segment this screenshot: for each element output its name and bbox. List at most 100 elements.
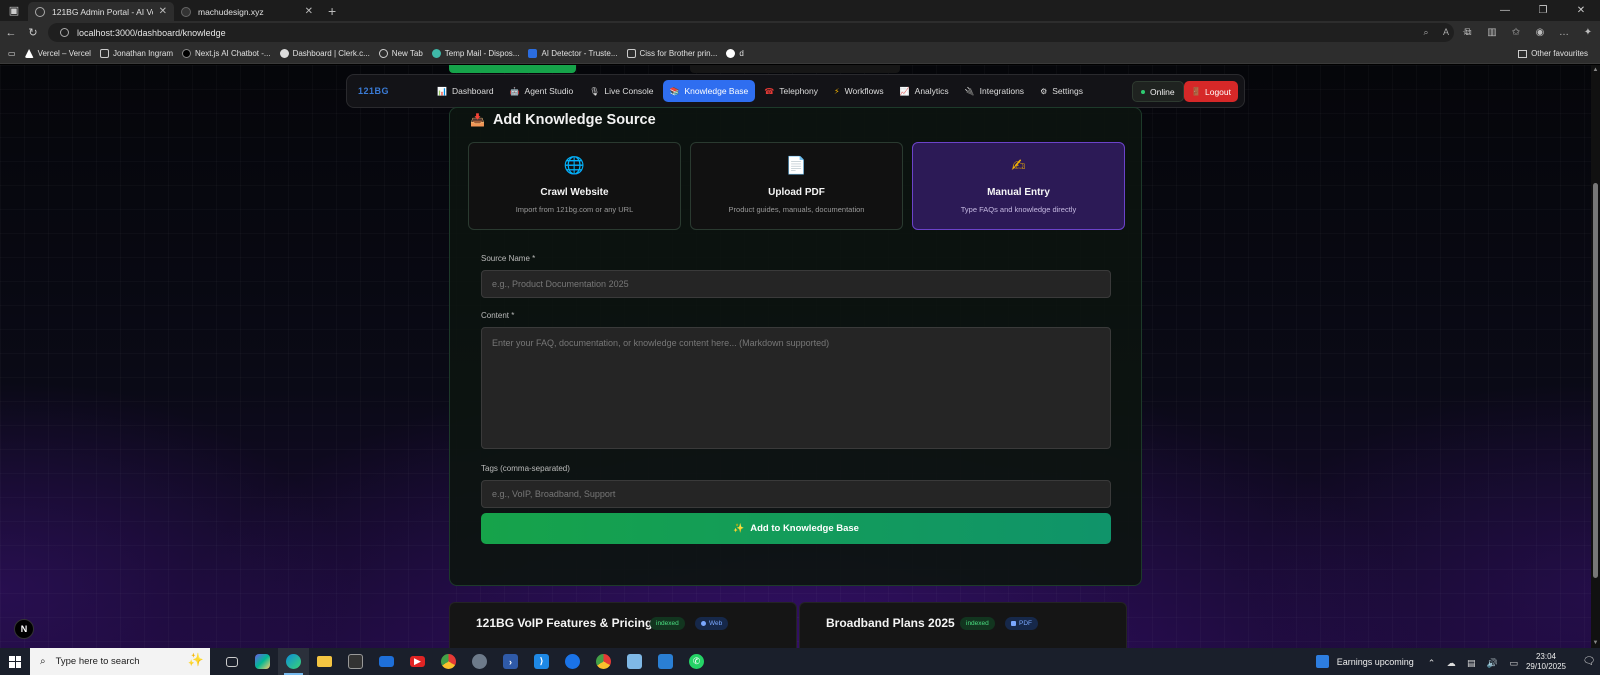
nav-workflows[interactable]: ⚡ Workflows xyxy=(827,80,891,102)
game-app-icon[interactable] xyxy=(464,648,495,675)
source-name-input[interactable]: e.g., Product Documentation 2025 xyxy=(481,270,1111,298)
close-window-icon[interactable]: ✕ xyxy=(1562,0,1600,21)
vscode-app-icon[interactable]: ⟩ xyxy=(526,648,557,675)
system-clock[interactable]: 23:04 29/10/2025 xyxy=(1526,652,1566,672)
chrome-app-icon[interactable] xyxy=(433,648,464,675)
profile-icon[interactable]: ◉ xyxy=(1528,27,1552,38)
start-button[interactable] xyxy=(0,648,30,675)
type-badge: PDF xyxy=(1005,617,1038,630)
tab-favicon-icon xyxy=(35,6,45,17)
volume-icon[interactable]: 🔊 xyxy=(1487,658,1498,668)
bookmark-jonathan[interactable]: Jonathan Ingram xyxy=(99,49,173,58)
extensions-icon[interactable]: ⧉ xyxy=(1456,27,1480,38)
favorites-icon[interactable]: ✩ xyxy=(1504,27,1528,38)
content-textarea[interactable]: Enter your FAQ, documentation, or knowle… xyxy=(481,327,1111,449)
knowledge-card[interactable]: 121BG VoIP Features & Pricing indexed We… xyxy=(449,602,797,648)
nextjs-dev-indicator-icon[interactable]: N xyxy=(14,619,34,639)
tab-close-icon[interactable]: ✕ xyxy=(305,6,313,17)
tab-close-icon[interactable]: ✕ xyxy=(159,6,167,17)
task-view-icon[interactable] xyxy=(216,648,247,675)
add-to-knowledge-base-button[interactable]: ✨ Add to Knowledge Base xyxy=(481,513,1111,544)
bookmark-d[interactable]: d xyxy=(726,49,744,58)
network-icon[interactable]: ▤ xyxy=(1467,658,1476,668)
bookmark-newtab[interactable]: New Tab xyxy=(378,49,423,58)
minimize-icon[interactable]: — xyxy=(1486,0,1524,21)
edge-app-icon[interactable] xyxy=(278,648,309,675)
bookmark-vercel[interactable]: Vercel – Vercel xyxy=(24,49,91,58)
bookmark-clerk[interactable]: Dashboard | Clerk.c... xyxy=(279,49,370,58)
tags-input[interactable]: e.g., VoIP, Broadband, Support xyxy=(481,480,1111,508)
split-icon[interactable]: ▥ xyxy=(1480,27,1504,38)
logout-button[interactable]: 🚪 Logout xyxy=(1184,81,1238,102)
bookmark-ai-detector[interactable]: AI Detector - Truste... xyxy=(528,49,618,58)
news-widget[interactable]: Earnings upcoming xyxy=(1315,655,1414,668)
nav-analytics[interactable]: 📈 Analytics xyxy=(893,80,956,102)
tray-icons: ⌃ ☁ ▤ 🔊 ▭ xyxy=(1428,655,1526,669)
knowledge-card[interactable]: Broadband Plans 2025 indexed PDF xyxy=(799,602,1127,648)
nav-dashboard[interactable]: 📊 Dashboard xyxy=(430,80,501,102)
source-card-upload-pdf[interactable]: 📄 Upload PDF Product guides, manuals, do… xyxy=(690,142,903,230)
whatsapp-app-icon[interactable]: ✆ xyxy=(681,648,712,675)
source-card-manual-entry[interactable]: ✍ Manual Entry Type FAQs and knowledge d… xyxy=(912,142,1125,230)
read-aloud-icon[interactable]: A xyxy=(1436,23,1456,42)
status-badge: indexed xyxy=(960,617,995,630)
system-tray: Earnings upcoming ⌃ ☁ ▤ 🔊 ▭ 23:04 29/10/… xyxy=(1315,648,1600,675)
site-info-icon[interactable] xyxy=(60,28,69,37)
search-icon[interactable]: ⌕ xyxy=(1416,23,1436,42)
restore-icon[interactable]: ❐ xyxy=(1524,0,1562,21)
scroll-up-icon[interactable]: ▲ xyxy=(1591,67,1600,73)
powershell-app-icon[interactable]: › xyxy=(495,648,526,675)
nav-label: Agent Studio xyxy=(524,86,574,96)
nav-live-console[interactable]: 🎙 Live Console xyxy=(582,80,660,102)
more-icon[interactable]: … xyxy=(1552,27,1576,38)
new-tab-icon[interactable]: + xyxy=(328,3,336,19)
mail-app-icon[interactable] xyxy=(371,648,402,675)
bookmark-ciss[interactable]: Ciss for Brother prin... xyxy=(626,49,717,58)
windows-taskbar: ⌕ Type here to search ✨ ▶ › ⟩ ✆ Earnings… xyxy=(0,648,1600,675)
other-favourites[interactable]: Other favourites xyxy=(1518,49,1588,58)
panel-title-text: Add Knowledge Source xyxy=(492,112,656,128)
web-dot-icon xyxy=(701,621,706,626)
source-card-title: Manual Entry xyxy=(987,187,1050,198)
taskbar-search-input[interactable]: ⌕ Type here to search ✨ xyxy=(30,648,210,675)
battery-icon[interactable]: ▭ xyxy=(1509,658,1518,668)
nav-agent-studio[interactable]: 🤖 Agent Studio xyxy=(503,80,581,102)
nav-knowledge-base[interactable]: 📚 Knowledge Base xyxy=(662,80,756,102)
folder-icon xyxy=(1518,49,1528,58)
google-icon xyxy=(726,49,736,58)
scrollbar-thumb[interactable] xyxy=(1593,183,1598,578)
search-placeholder: Type here to search xyxy=(55,656,140,667)
copilot-icon[interactable]: ✦ xyxy=(1576,27,1600,38)
browser-tab[interactable]: machudesign.xyz ✕ xyxy=(174,2,320,21)
window-menu-icon[interactable]: ▣ xyxy=(0,0,28,21)
browser-tab-active[interactable]: 121BG Admin Portal - AI Voice Ag ✕ xyxy=(28,2,174,21)
copilot-app-icon[interactable] xyxy=(247,648,278,675)
bookmarks-toggle-icon[interactable]: ▭ xyxy=(8,49,16,58)
chevron-up-icon[interactable]: ⌃ xyxy=(1428,658,1436,668)
file-explorer-icon[interactable] xyxy=(309,648,340,675)
notification-icon[interactable]: 🗨 xyxy=(1578,656,1600,667)
tab-title: 121BG Admin Portal - AI Voice Ag xyxy=(52,6,153,17)
scroll-down-icon[interactable]: ▼ xyxy=(1591,640,1600,646)
nav-integrations[interactable]: 🔌 Integrations xyxy=(958,80,1031,102)
globe-icon: 🌐 xyxy=(563,156,586,175)
source-card-crawl-website[interactable]: 🌐 Crawl Website Import from 121bg.com or… xyxy=(468,142,681,230)
url-input[interactable]: localhost:3000/dashboard/knowledge xyxy=(48,23,1454,42)
bookmark-tempmail[interactable]: Temp Mail - Dispos... xyxy=(431,49,519,58)
back-icon[interactable]: ← xyxy=(0,27,22,39)
photos-app-icon[interactable] xyxy=(650,648,681,675)
onedrive-icon[interactable]: ☁ xyxy=(1447,658,1456,668)
bookmark-nextjs[interactable]: Next.js AI Chatbot -... xyxy=(181,49,271,58)
notes-app-icon[interactable] xyxy=(619,648,650,675)
nav-settings[interactable]: ⚙ Settings xyxy=(1033,80,1090,102)
bookmarks-bar: ▭ Vercel – Vercel Jonathan Ingram Next.j… xyxy=(0,44,1600,64)
refresh-icon[interactable]: ↻ xyxy=(22,26,44,39)
clock-time: 23:04 xyxy=(1535,651,1556,661)
chrome-profile-app-icon[interactable] xyxy=(588,648,619,675)
nav-telephony[interactable]: ☎ Telephony xyxy=(757,80,825,102)
edge-dev-app-icon[interactable] xyxy=(557,648,588,675)
youtube-app-icon[interactable]: ▶ xyxy=(402,648,433,675)
store-app-icon[interactable] xyxy=(340,648,371,675)
page-scrollbar[interactable]: ▲ ▼ xyxy=(1591,65,1600,648)
app-logo[interactable]: 121BG xyxy=(358,86,430,96)
